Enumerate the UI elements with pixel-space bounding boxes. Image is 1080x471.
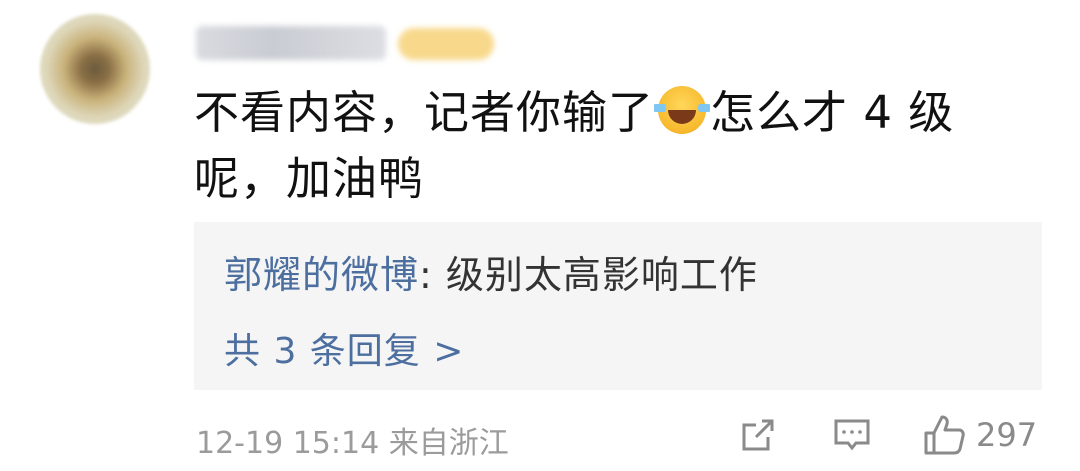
comment-icon — [834, 419, 870, 451]
like-count: 297 — [976, 416, 1038, 454]
user-avatar[interactable] — [40, 14, 150, 124]
reply-separator: : — [419, 253, 446, 297]
user-badge-redacted — [398, 28, 494, 60]
comment-body: 不看内容，记者你输了 怎么才 4 级 呢，加油鸭 — [194, 80, 994, 212]
comment-text-part1: 不看内容，记者你输了 — [194, 86, 655, 139]
location-source: 来自浙江 — [388, 426, 509, 461]
reply-text: 级别太高影响工作 — [445, 253, 758, 297]
timestamp: 12-19 15:14 — [196, 426, 380, 461]
comment-line-2: 呢，加油鸭 — [194, 152, 425, 205]
comment-line-1: 不看内容，记者你输了 怎么才 4 级 — [194, 80, 994, 146]
comment-meta: 12-19 15:14 来自浙江 — [196, 418, 509, 462]
view-replies-link[interactable]: 共 3 条回复 > — [224, 322, 464, 374]
share-button[interactable] — [738, 412, 778, 458]
share-icon — [742, 419, 774, 451]
like-button[interactable]: 297 — [922, 412, 1037, 458]
reply-author-link[interactable]: 郭耀的微博 — [224, 253, 419, 297]
comment-text-part2: 怎么才 4 级 — [710, 86, 955, 139]
thumbs-up-icon — [924, 415, 965, 455]
reply-button[interactable] — [832, 412, 872, 458]
reply-preview: 郭耀的微博: 级别太高影响工作 — [224, 244, 758, 299]
laughing-tears-emoji-icon — [654, 86, 711, 134]
reply-preview-box[interactable]: 郭耀的微博: 级别太高影响工作 共 3 条回复 > — [194, 222, 1042, 390]
username-redacted[interactable] — [196, 26, 386, 60]
